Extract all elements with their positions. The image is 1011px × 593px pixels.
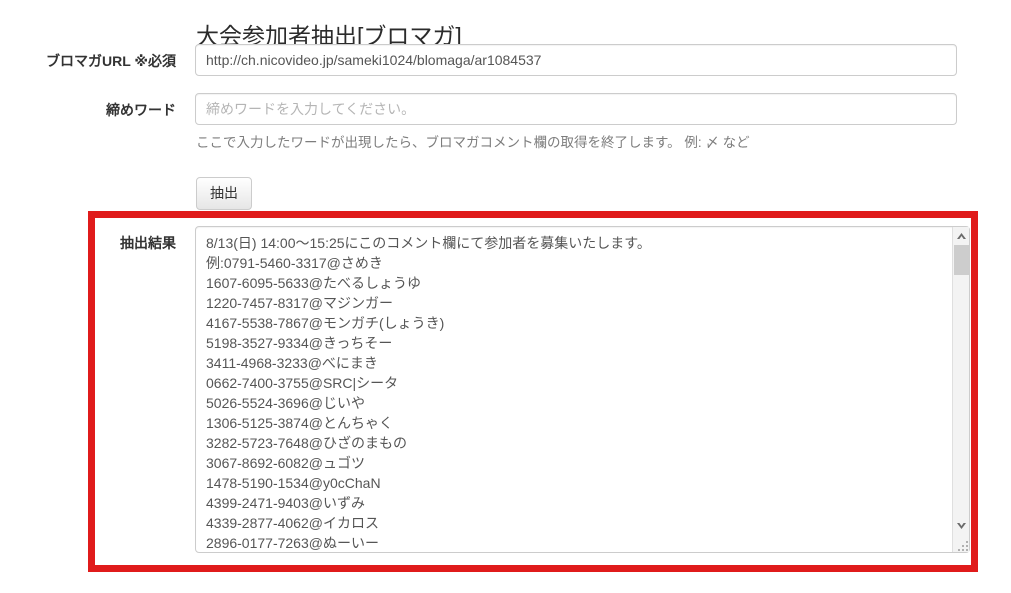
- blomaga-url-label: ブロマガURL ※必須: [45, 53, 176, 69]
- result-area: [195, 226, 970, 553]
- closing-word-help-text: ここで入力したワードが出現したら、ブロマガコメント欄の取得を終了します。 例: …: [196, 135, 750, 150]
- form-row-url: ブロマガURL ※必須: [0, 44, 1011, 78]
- result-textarea[interactable]: [195, 226, 970, 553]
- scroll-up-icon[interactable]: [953, 227, 970, 244]
- closing-word-input[interactable]: [195, 93, 957, 125]
- blomaga-url-input[interactable]: [195, 44, 957, 76]
- textarea-resize-grip[interactable]: [955, 538, 968, 551]
- scroll-down-icon[interactable]: [953, 517, 970, 534]
- result-scrollbar[interactable]: [952, 227, 969, 552]
- form-row-keyword: 締めワード: [0, 93, 1011, 127]
- extract-button[interactable]: 抽出: [196, 177, 252, 210]
- scrollbar-thumb[interactable]: [954, 245, 969, 275]
- result-label: 抽出結果: [120, 235, 176, 251]
- closing-word-label: 締めワード: [106, 102, 176, 118]
